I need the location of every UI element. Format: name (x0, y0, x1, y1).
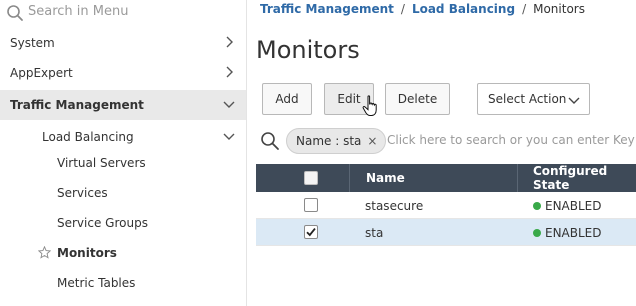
select-action-label: Select Action (488, 92, 567, 106)
status-dot-icon (533, 228, 541, 237)
row-checkbox[interactable] (304, 198, 318, 212)
row-name: sta (365, 225, 384, 240)
filter-chip-label: Name : sta (296, 134, 362, 148)
row-state: ENABLED (533, 192, 602, 219)
filter-chip[interactable]: Name : sta × (286, 128, 387, 154)
sidebar-item-label: Services (57, 186, 108, 200)
delete-button[interactable]: Delete (385, 83, 450, 115)
search-icon (7, 5, 23, 21)
select-action-dropdown[interactable]: Select Action (477, 83, 590, 115)
sidebar-item-label: AppExpert (10, 66, 73, 80)
sidebar-item-label: Monitors (57, 246, 117, 260)
add-button[interactable]: Add (262, 83, 312, 115)
hand-cursor-icon (362, 95, 377, 116)
sidebar-item-virtual-servers[interactable]: Virtual Servers (0, 148, 246, 178)
star-icon[interactable] (38, 246, 51, 259)
breadcrumb-link-traffic-management[interactable]: Traffic Management (260, 2, 394, 16)
search-icon[interactable] (260, 131, 280, 151)
sidebar-item-monitors[interactable]: Monitors (0, 238, 246, 268)
sidebar-item-label: Load Balancing (42, 130, 134, 144)
sidebar-item-label: Service Groups (57, 216, 148, 230)
main-content: Traffic Management / Load Balancing / Mo… (247, 0, 636, 306)
menu-search[interactable]: Search in Menu (0, 0, 246, 26)
row-state-label: ENABLED (545, 198, 602, 213)
chevron-right-icon (226, 66, 233, 78)
table-row[interactable]: stasecure ENABLED (256, 192, 636, 219)
sidebar-item-traffic-management[interactable]: Traffic Management (0, 90, 246, 120)
chevron-down-icon (223, 101, 235, 108)
status-dot-icon (533, 201, 541, 210)
checkmark-icon (306, 228, 316, 237)
row-checkbox[interactable] (304, 225, 318, 239)
sidebar-item-services[interactable]: Services (0, 178, 246, 208)
column-divider (517, 164, 518, 192)
select-all-checkbox[interactable] (304, 171, 318, 185)
row-state-label: ENABLED (545, 225, 602, 240)
filter-search-input[interactable]: Click here to search or you can enter Ke… (387, 133, 636, 147)
page-title: Monitors (256, 36, 360, 64)
column-divider (349, 164, 350, 192)
breadcrumb-current: Monitors (533, 2, 585, 16)
table-header: Name Configured State (256, 164, 636, 192)
menu-search-placeholder: Search in Menu (28, 4, 129, 19)
sidebar: Search in Menu System AppExpert Traffic … (0, 0, 247, 306)
table-row[interactable]: sta ENABLED (256, 219, 636, 246)
breadcrumb: Traffic Management / Load Balancing / Mo… (260, 2, 585, 16)
filter-bar: Name : sta × Click here to search or you… (256, 126, 636, 156)
sidebar-item-system[interactable]: System (0, 28, 246, 58)
breadcrumb-link-load-balancing[interactable]: Load Balancing (412, 2, 515, 16)
row-name: stasecure (365, 198, 424, 213)
close-icon[interactable]: × (367, 134, 377, 148)
sidebar-item-label: Metric Tables (57, 276, 136, 290)
sidebar-item-service-groups[interactable]: Service Groups (0, 208, 246, 238)
sidebar-item-label: System (10, 36, 55, 50)
breadcrumb-separator: / (522, 2, 527, 16)
sidebar-item-metric-tables[interactable]: Metric Tables (0, 268, 246, 298)
chevron-down-icon (223, 133, 235, 140)
chevron-down-icon (568, 97, 580, 104)
sidebar-item-label: Virtual Servers (57, 156, 146, 170)
column-header-configured-state[interactable]: Configured State (533, 164, 636, 192)
chevron-right-icon (226, 36, 233, 48)
column-header-name[interactable]: Name (366, 164, 405, 192)
sidebar-item-appexpert[interactable]: AppExpert (0, 58, 246, 88)
row-state: ENABLED (533, 219, 602, 246)
breadcrumb-separator: / (400, 2, 405, 16)
sidebar-item-label: Traffic Management (10, 98, 144, 112)
